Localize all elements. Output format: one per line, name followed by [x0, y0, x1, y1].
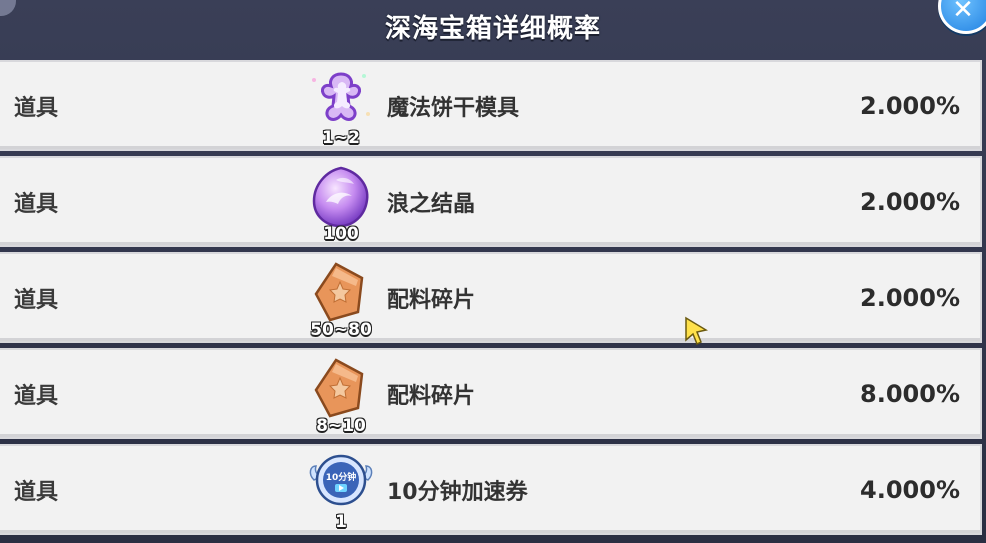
item-type-label: 道具 [14, 384, 59, 409]
ingredient-shard-icon: 8~10 [306, 354, 376, 436]
item-quantity: 8~10 [316, 416, 366, 436]
item-name: 配料碎片 [387, 288, 476, 313]
item-quantity: 1 [335, 512, 347, 532]
item-name: 10分钟加速券 [387, 480, 528, 505]
close-icon: ✕ [952, 0, 974, 25]
probability-screen: 深海宝箱详细概率 ✕ 道具 1~2 魔法饼干模具 2.000% 道具 100 浪… [0, 0, 986, 543]
list-item: 道具 100 浪之结晶 2.000% [0, 156, 982, 247]
speedup-ticket-icon-text: 10分钟 [326, 471, 357, 483]
item-probability: 2.000% [860, 284, 960, 312]
list-item: 道具 50~80 配料碎片 2.000% [0, 252, 982, 343]
item-probability: 2.000% [860, 188, 960, 216]
magic-cookie-cutter-icon: 1~2 [306, 66, 376, 148]
item-type-label: 道具 [14, 480, 59, 505]
list-item: 道具 8~10 配料碎片 8.000% [0, 348, 982, 439]
item-type-label: 道具 [14, 96, 59, 121]
item-probability: 2.000% [860, 92, 960, 120]
item-probability: 8.000% [860, 380, 960, 408]
item-quantity: 50~80 [310, 320, 372, 340]
list-item: 道具 1~2 魔法饼干模具 2.000% [0, 60, 982, 151]
item-quantity: 100 [323, 224, 359, 244]
page-title: 深海宝箱详细概率 [384, 13, 601, 44]
wave-crystal-icon: 100 [306, 162, 376, 244]
pointer-cursor-icon [684, 316, 710, 348]
ingredient-shard-icon: 50~80 [306, 258, 376, 340]
list-item: 道具 10分钟 1 10分钟加速券 4.000% [0, 444, 982, 535]
item-name: 浪之结晶 [387, 192, 476, 217]
probability-list: 道具 1~2 魔法饼干模具 2.000% 道具 100 浪之结晶 2.000% … [0, 60, 982, 540]
speedup-ticket-icon: 10分钟 1 [306, 450, 376, 532]
item-type-label: 道具 [14, 192, 59, 217]
item-type-label: 道具 [14, 288, 59, 313]
item-name: 魔法饼干模具 [387, 96, 520, 121]
header-bar: 深海宝箱详细概率 [0, 0, 986, 52]
item-name: 配料碎片 [387, 384, 476, 409]
item-quantity: 1~2 [322, 128, 360, 148]
item-probability: 4.000% [860, 476, 960, 504]
